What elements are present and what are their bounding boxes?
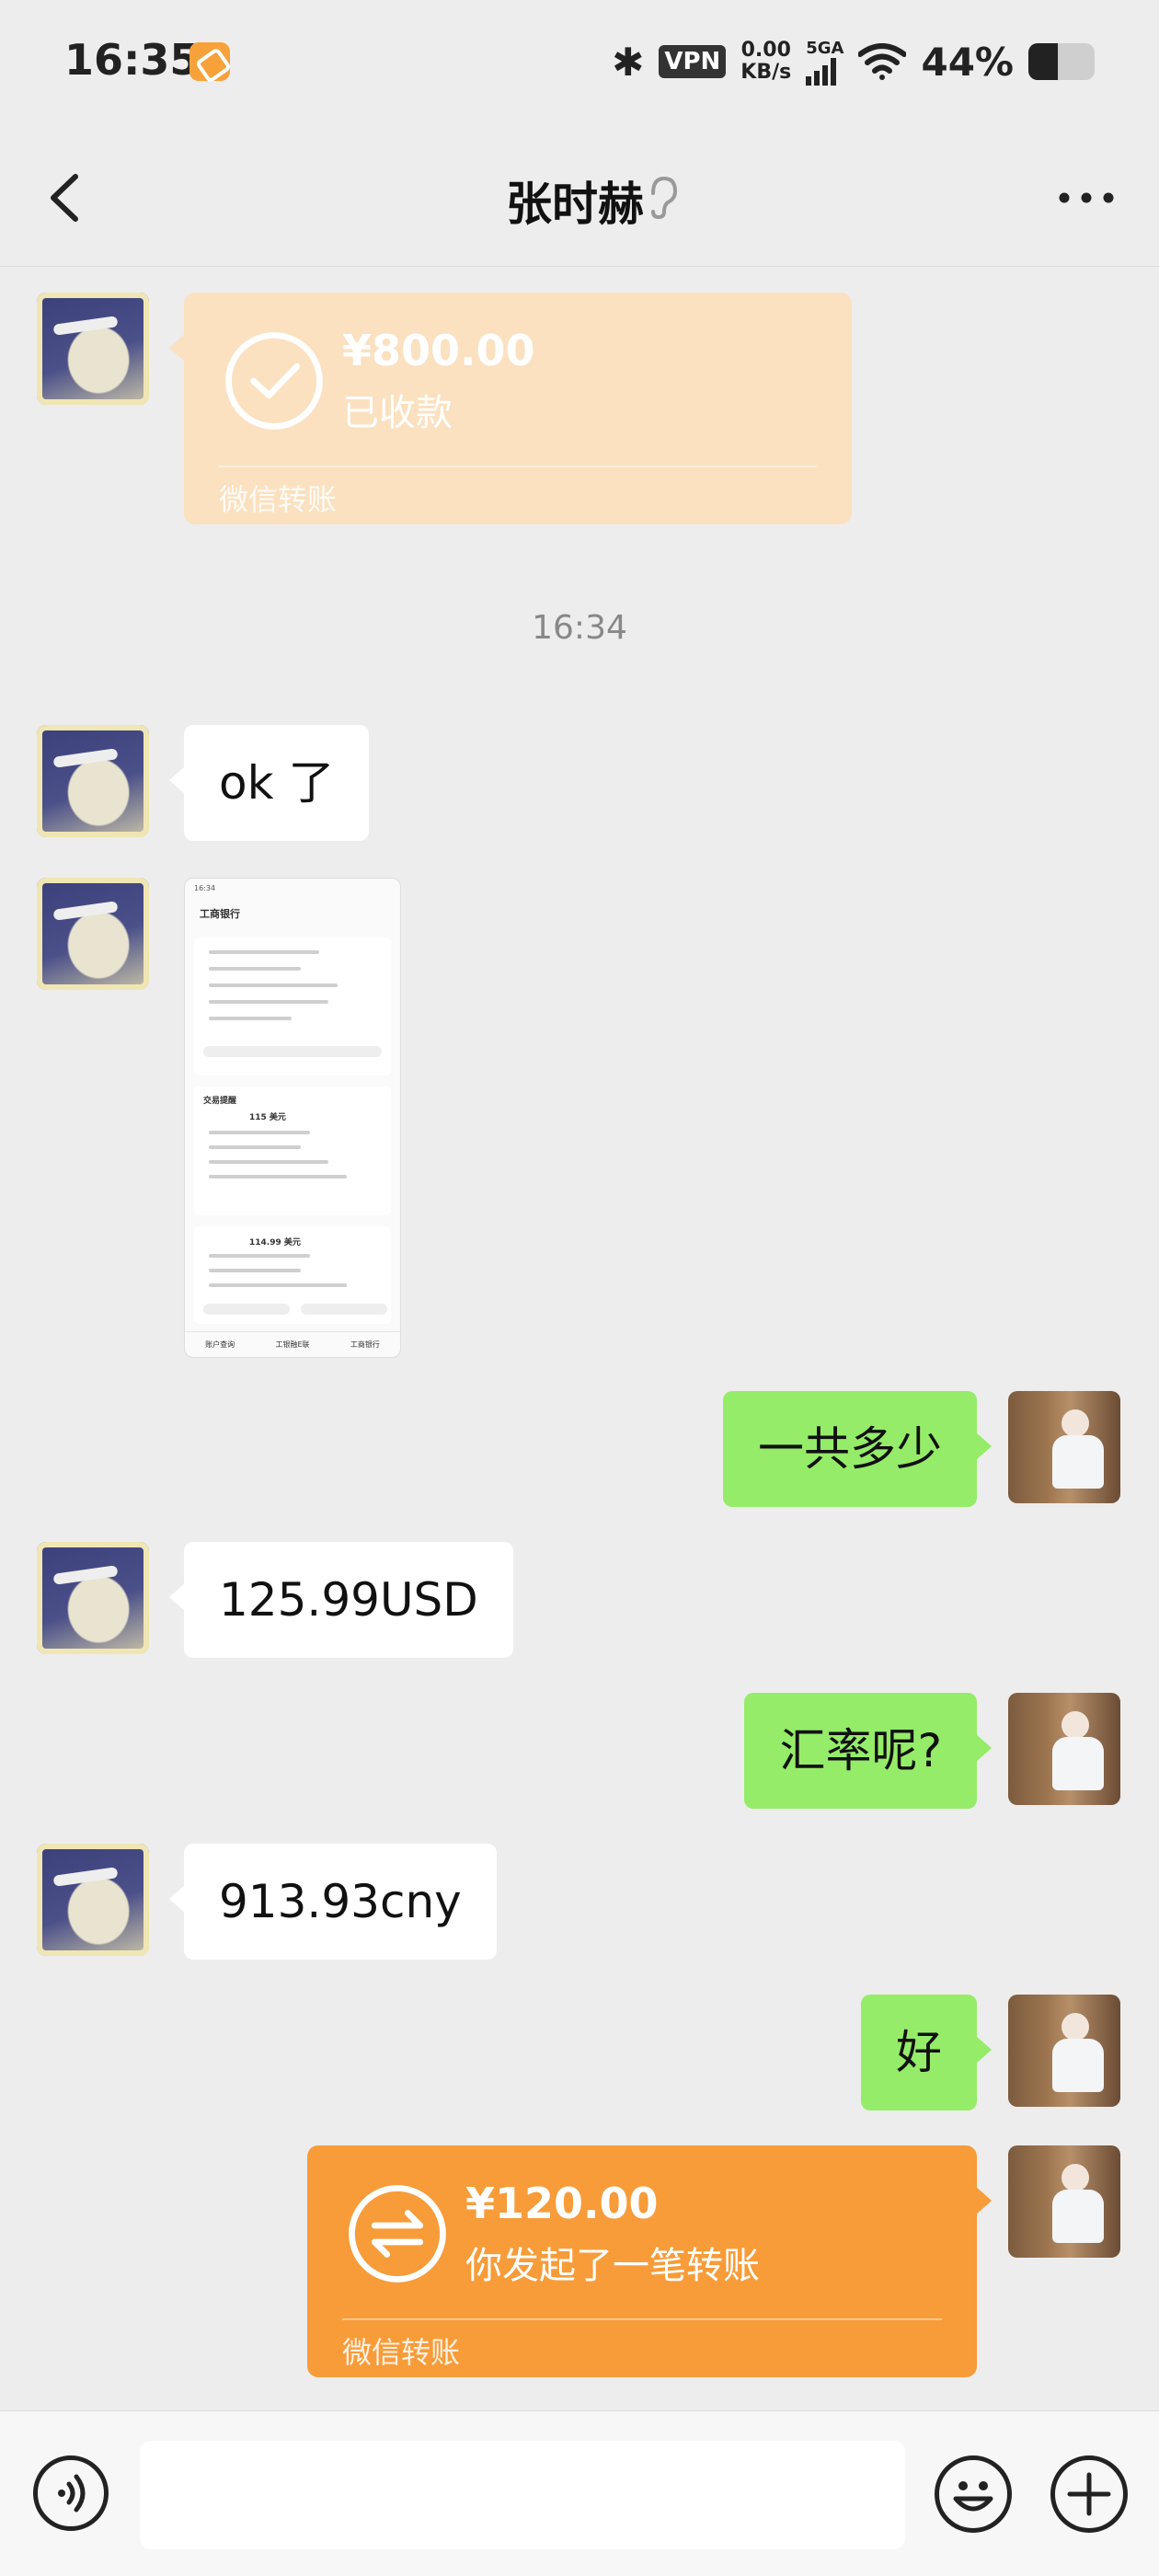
contact-avatar[interactable] — [37, 725, 149, 837]
transfer-footer: 微信转账 — [219, 482, 338, 517]
plus-icon[interactable] — [1050, 2455, 1128, 2533]
my-avatar[interactable] — [1008, 1693, 1120, 1805]
transfer-amount: ¥800.00 — [342, 326, 535, 375]
message-bubble-sent[interactable]: 一共多少 — [723, 1391, 992, 1507]
screenshot-card-3: 114.99 美元 — [194, 1226, 391, 1324]
status-right-group: ✱ VPN 0.00 KB/s 5GA 44% — [612, 37, 1095, 86]
transfer-divider — [342, 2318, 942, 2320]
battery-percent: 44% — [921, 39, 1014, 85]
screenshot-title: 工商银行 — [200, 908, 240, 920]
network-speed-value: 0.00 — [740, 39, 791, 62]
more-icon[interactable] — [1058, 191, 1115, 204]
page-title: 张时赫 — [506, 178, 644, 231]
transfer-footer: 微信转账 — [342, 2335, 461, 2370]
my-avatar[interactable] — [1008, 1391, 1120, 1503]
screenshot-card-2: 交易提醒 115 美元 — [194, 1087, 391, 1215]
message-input[interactable] — [140, 2441, 905, 2549]
emoji-icon[interactable] — [935, 2455, 1012, 2533]
screenshot-bottom-nav: 账户查询 工银融E联 工商银行 — [185, 1331, 400, 1357]
screenshot-nav-item: 工商银行 — [350, 1340, 380, 1349]
vpn-badge: VPN — [659, 45, 727, 78]
contact-avatar[interactable] — [37, 1844, 149, 1956]
status-time: 16:35 — [64, 35, 200, 85]
network-type: 5GA — [806, 38, 844, 58]
transfer-arrows-icon — [349, 2185, 446, 2283]
screenshot-status-bar: 16:34 — [194, 884, 216, 892]
battery-icon — [1028, 43, 1095, 80]
screenshot-nav-item: 工银融E联 — [275, 1340, 310, 1349]
voice-icon[interactable] — [33, 2455, 109, 2531]
my-avatar[interactable] — [1008, 2145, 1120, 2258]
signal-icon: 5GA — [806, 39, 843, 86]
message-bubble-received[interactable]: 125.99USD — [169, 1542, 513, 1658]
message-list[interactable]: ¥800.00 已收款 微信转账 16:34 ok 了 16:34 工商银行 交… — [0, 267, 1159, 2410]
transfer-status: 已收款 — [342, 392, 453, 434]
screenshot-amount-2: 114.99 美元 — [249, 1238, 301, 1248]
message-bubble-sent[interactable]: 汇率呢? — [744, 1693, 992, 1809]
transfer-status: 你发起了一笔转账 — [465, 2245, 760, 2287]
network-speed-unit: KB/s — [740, 61, 792, 84]
input-bar — [0, 2410, 1159, 2576]
screenshot-card-1 — [194, 937, 391, 1075]
contact-avatar[interactable] — [37, 293, 149, 405]
message-bubble-received[interactable]: 913.93cny — [169, 1844, 497, 1960]
status-bar: 16:35 ✱ VPN 0.00 KB/s 5GA 44% — [0, 0, 1159, 129]
chat-header: 张时赫 — [0, 129, 1159, 267]
transfer-amount: ¥120.00 — [465, 2179, 659, 2228]
bluetooth-icon: ✱ — [612, 39, 645, 85]
contact-avatar[interactable] — [37, 878, 149, 990]
app-notification-icon — [189, 42, 230, 81]
screenshot-section-label: 交易提醒 — [203, 1097, 237, 1106]
message-bubble-received[interactable]: ok 了 — [168, 725, 370, 841]
network-speed: 0.00 KB/s — [740, 40, 791, 84]
screenshot-nav-item: 账户查询 — [205, 1340, 235, 1349]
ear-icon — [651, 176, 678, 220]
transfer-received-card[interactable]: ¥800.00 已收款 微信转账 — [169, 293, 852, 524]
check-circle-icon — [225, 332, 323, 430]
wifi-icon — [858, 43, 907, 80]
screenshot-amount-1: 115 美元 — [249, 1113, 286, 1122]
image-message[interactable]: 16:34 工商银行 交易提醒 115 美元 114.99 美元 账户查询 工银… — [184, 878, 401, 1358]
contact-avatar[interactable] — [37, 1542, 149, 1654]
transfer-sent-card[interactable]: ¥120.00 你发起了一笔转账 微信转账 — [307, 2145, 992, 2377]
message-timestamp: 16:34 — [532, 609, 627, 647]
message-bubble-sent[interactable]: 好 — [861, 1995, 992, 2110]
transfer-divider — [219, 466, 817, 467]
my-avatar[interactable] — [1008, 1995, 1120, 2107]
